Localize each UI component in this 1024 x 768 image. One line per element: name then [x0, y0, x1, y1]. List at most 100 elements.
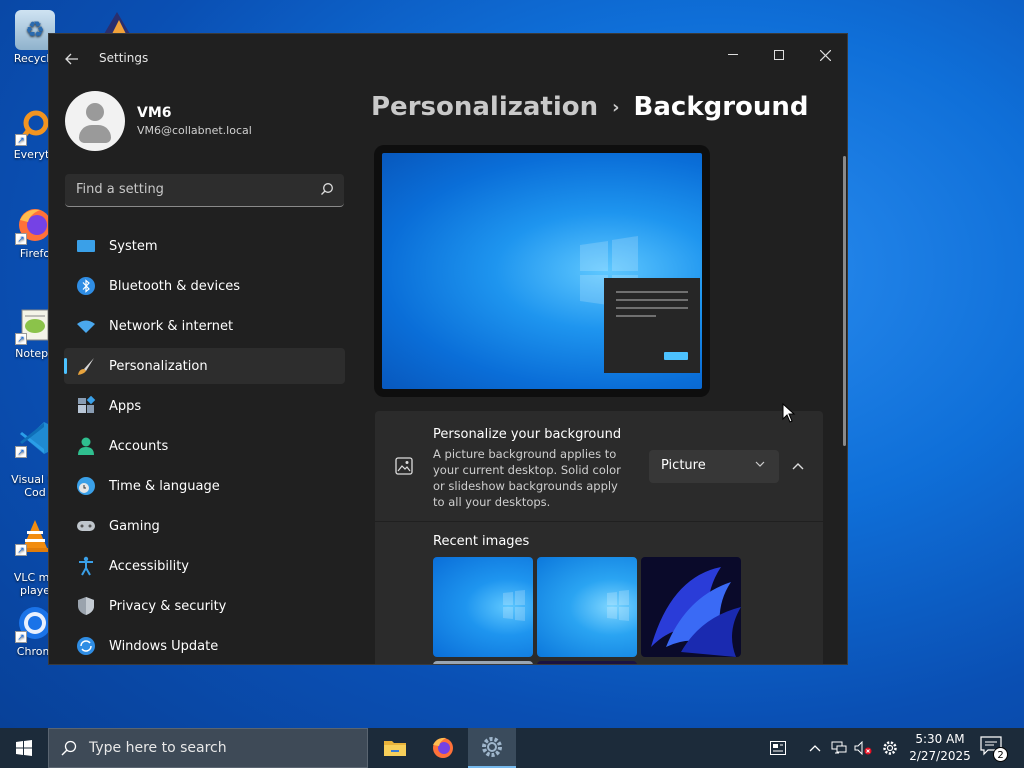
- globe-clock-icon: [76, 476, 96, 496]
- back-arrow-icon: [65, 53, 78, 65]
- taskbar-settings[interactable]: [468, 728, 516, 768]
- close-icon: [819, 49, 831, 61]
- recent-image-thumbnail[interactable]: [433, 661, 533, 664]
- close-button[interactable]: [802, 40, 847, 70]
- shortcut-arrow-icon: ↗: [15, 333, 27, 345]
- sidebar-item-privacy-security[interactable]: Privacy & security: [64, 588, 345, 624]
- background-type-dropdown[interactable]: Picture: [649, 450, 779, 483]
- search-icon: [61, 740, 77, 756]
- sidebar-item-accounts[interactable]: Accounts: [64, 428, 345, 464]
- show-hidden-icons-chevron-icon[interactable]: [805, 738, 825, 758]
- collapse-button[interactable]: [787, 455, 809, 477]
- background-preview: [374, 145, 710, 397]
- sidebar-item-personalization[interactable]: Personalization: [64, 348, 345, 384]
- shortcut-arrow-icon: ↗: [15, 233, 27, 245]
- taskbar-clock[interactable]: 5:30 AM 2/27/2025: [906, 731, 974, 765]
- sidebar-item-accessibility[interactable]: Accessibility: [64, 548, 345, 584]
- taskbar: Type here to search 5:30 AM 2/27/2025 2: [0, 728, 1024, 768]
- sidebar-item-label: Time & language: [109, 478, 220, 494]
- sidebar-item-system[interactable]: System: [64, 228, 345, 264]
- sidebar-item-windows-update[interactable]: Windows Update: [64, 628, 345, 664]
- avatar-head: [86, 103, 104, 121]
- sidebar-item-apps[interactable]: Apps: [64, 388, 345, 424]
- minimize-icon: [728, 54, 738, 55]
- app-icon: [104, 12, 130, 34]
- search-icon: [321, 183, 333, 195]
- sidebar-item-label: Privacy & security: [109, 598, 227, 614]
- recent-image-thumbnail[interactable]: [537, 557, 637, 657]
- windows-11-bloom-image: [651, 567, 741, 657]
- breadcrumb-parent[interactable]: Personalization: [371, 92, 598, 122]
- mouse-cursor-icon: [782, 403, 796, 423]
- shield-icon: [76, 596, 96, 616]
- action-center-button[interactable]: 2: [980, 736, 1008, 762]
- network-icon[interactable]: [829, 738, 849, 758]
- profile-email: VM6@collabnet.local: [137, 124, 252, 137]
- notification-count-badge: 2: [993, 747, 1008, 762]
- shortcut-arrow-icon: ↗: [15, 631, 27, 643]
- accounts-icon: [76, 436, 96, 456]
- avatar: [65, 91, 125, 151]
- windows-logo-icon: [16, 740, 32, 756]
- news-widget-icon[interactable]: [768, 738, 788, 758]
- picture-icon: [395, 457, 413, 475]
- sidebar-item-time-language[interactable]: Time & language: [64, 468, 345, 504]
- firefox-icon: [433, 737, 453, 758]
- update-icon: [76, 636, 96, 656]
- sidebar-nav: System Bluetooth & devices Network & int…: [64, 228, 345, 664]
- taskbar-firefox[interactable]: [419, 728, 467, 768]
- shortcut-arrow-icon: ↗: [15, 544, 27, 556]
- clock-time: 5:30 AM: [915, 732, 965, 746]
- content-scrollbar[interactable]: [843, 156, 846, 446]
- chevron-up-icon: [792, 463, 804, 470]
- brush-icon: [76, 356, 96, 376]
- settings-gear-icon: [482, 737, 502, 757]
- windows-logo-watermark: [607, 590, 629, 621]
- sidebar-item-label: Personalization: [109, 358, 208, 374]
- recent-image-thumbnail[interactable]: [433, 557, 533, 657]
- recent-images-label: Recent images: [433, 534, 530, 549]
- profile-name: VM6: [137, 105, 172, 121]
- taskbar-search-placeholder: Type here to search: [89, 740, 227, 756]
- settings-search-input[interactable]: [76, 182, 306, 197]
- windows-logo-watermark: [503, 590, 525, 621]
- sidebar-item-gaming[interactable]: Gaming: [64, 508, 345, 544]
- sidebar-item-label: Accounts: [109, 438, 169, 454]
- gamepad-icon: [76, 516, 96, 536]
- chevron-down-icon: [755, 461, 765, 467]
- title-bar[interactable]: Settings: [49, 34, 847, 82]
- preview-wallpaper: [382, 153, 702, 389]
- wifi-icon: [76, 316, 96, 336]
- sidebar-item-label: Bluetooth & devices: [109, 278, 240, 294]
- sidebar-item-label: Accessibility: [109, 558, 189, 574]
- sidebar-item-network[interactable]: Network & internet: [64, 308, 345, 344]
- apps-icon: [76, 396, 96, 416]
- volume-muted-icon[interactable]: [853, 738, 873, 758]
- gear-icon[interactable]: [880, 738, 900, 758]
- taskbar-search-box[interactable]: Type here to search: [48, 728, 368, 768]
- breadcrumb-separator: ›: [612, 96, 620, 118]
- system-icon: [76, 236, 96, 256]
- recent-image-thumbnail[interactable]: [641, 557, 741, 657]
- start-button[interactable]: [0, 728, 48, 768]
- personalize-description: A picture background applies to your cur…: [433, 447, 621, 509]
- preview-window-content: [616, 291, 688, 360]
- maximize-icon: [774, 50, 784, 60]
- minimize-button[interactable]: [710, 40, 756, 70]
- bluetooth-icon: [76, 276, 96, 296]
- window-title: Settings: [99, 51, 149, 65]
- sidebar-item-label: Network & internet: [109, 318, 234, 334]
- maximize-button[interactable]: [756, 40, 802, 70]
- recent-images-section: Recent images: [375, 522, 823, 664]
- settings-search-box[interactable]: [65, 174, 344, 207]
- taskbar-file-explorer[interactable]: [371, 728, 419, 768]
- preview-window: [604, 278, 700, 373]
- file-explorer-icon: [384, 741, 406, 756]
- desktop-icon-unknown-app[interactable]: [100, 10, 134, 34]
- user-profile[interactable]: VM6 VM6@collabnet.local: [65, 91, 252, 151]
- back-button[interactable]: [61, 48, 83, 70]
- sidebar-item-bluetooth[interactable]: Bluetooth & devices: [64, 268, 345, 304]
- recent-image-thumbnail[interactable]: [537, 661, 637, 664]
- shortcut-arrow-icon: ↗: [15, 446, 27, 458]
- sidebar-item-label: Gaming: [109, 518, 160, 534]
